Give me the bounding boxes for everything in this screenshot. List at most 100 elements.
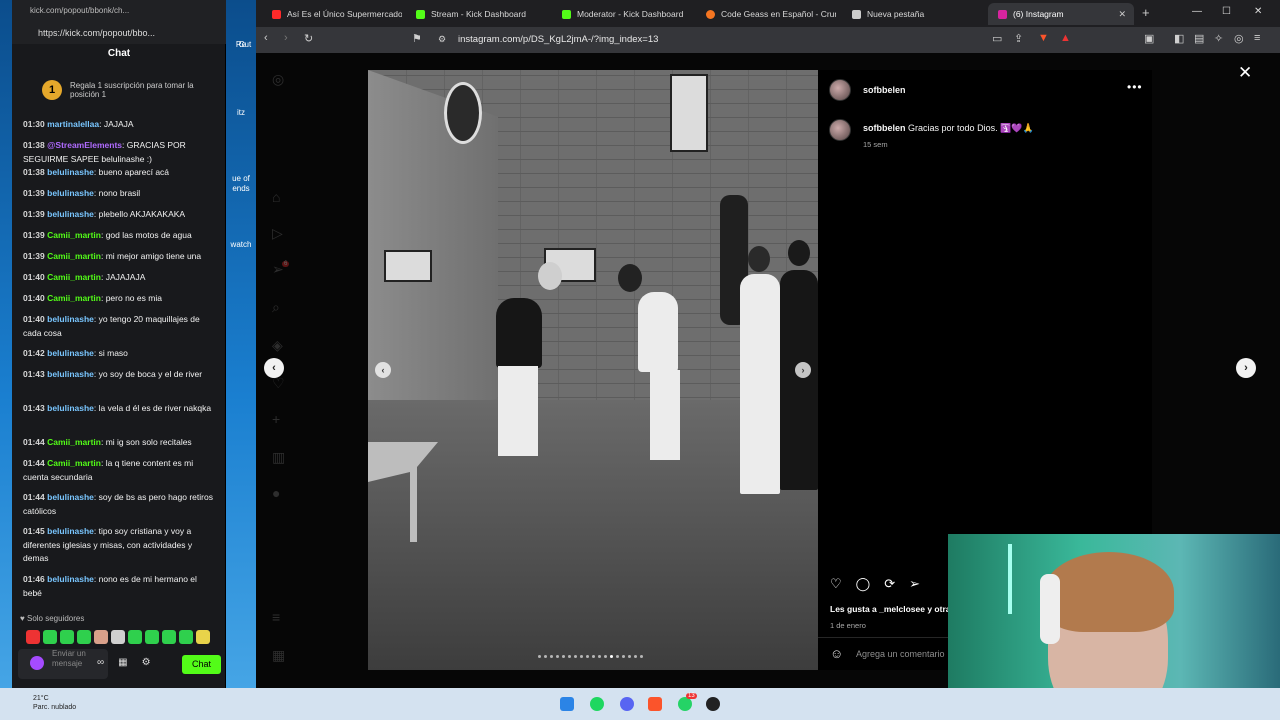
emote-icon[interactable]: [128, 630, 142, 644]
tab-stream-dashboard[interactable]: Stream - Kick Dashboard: [406, 3, 546, 25]
message-username[interactable]: martinalellaa: [47, 119, 99, 129]
post-username[interactable]: sofbbelen: [863, 85, 906, 95]
bookmark-icon[interactable]: ⚑: [412, 32, 422, 45]
desktop-icon-label[interactable]: ue of: [226, 174, 256, 183]
screenshot-icon[interactable]: ▣: [1144, 32, 1154, 45]
message-username[interactable]: belulinashe: [47, 492, 94, 502]
message-username[interactable]: Camii_martin: [47, 230, 101, 240]
vpn-icon[interactable]: ◎: [1234, 32, 1244, 45]
youtube-icon: [272, 9, 281, 19]
back-icon[interactable]: ‹: [264, 32, 268, 44]
carousel-dot: [574, 655, 577, 658]
emote-icon[interactable]: [94, 630, 108, 644]
mic-icon[interactable]: [30, 656, 44, 670]
message-username[interactable]: belulinashe: [47, 403, 94, 413]
emote-picker-icon[interactable]: ∞: [97, 657, 104, 668]
brave-rewards-icon[interactable]: ▲: [1060, 32, 1071, 44]
previous-post-button[interactable]: ‹: [264, 358, 284, 378]
menu-icon[interactable]: ≡: [1254, 32, 1260, 44]
wallet-icon[interactable]: ▤: [1194, 32, 1204, 45]
cast-icon[interactable]: ▭: [992, 32, 1002, 45]
message-username[interactable]: belulinashe: [47, 348, 94, 358]
brave-icon[interactable]: [648, 697, 662, 711]
message-username[interactable]: belulinashe: [47, 526, 94, 536]
likes-text[interactable]: Les gusta a _melclosee y otra: [830, 604, 950, 614]
comment-icon[interactable]: ◯: [856, 576, 871, 592]
message-username[interactable]: Camii_martin: [47, 293, 101, 303]
emote-icon[interactable]: [196, 630, 210, 644]
message-username[interactable]: belulinashe: [47, 574, 94, 584]
maximize-icon[interactable]: ☐: [1222, 6, 1231, 17]
obs-icon[interactable]: [706, 697, 720, 711]
sidebar-icon[interactable]: ◧: [1174, 32, 1184, 45]
brave-shields-icon[interactable]: ▼: [1038, 32, 1049, 44]
tab-crunchyroll[interactable]: Code Geass en Español - Crunc: [696, 3, 836, 25]
weather-widget[interactable]: 21°C Parc. nublado: [33, 694, 76, 712]
new-tab-button[interactable]: +: [1142, 5, 1150, 20]
message-text: : si maso: [93, 348, 128, 358]
forward-icon[interactable]: ›: [284, 32, 288, 44]
emote-icon[interactable]: [26, 630, 40, 644]
popout-url[interactable]: https://kick.com/popout/bbo...: [38, 28, 155, 38]
message-username[interactable]: Camii_martin: [47, 272, 101, 282]
chat-input[interactable]: Enviar un mensaje: [18, 649, 108, 679]
photo-prev-icon[interactable]: ‹: [375, 362, 391, 378]
gift-icon[interactable]: ▦: [118, 657, 127, 668]
next-post-button[interactable]: ›: [1236, 358, 1256, 378]
leo-icon[interactable]: ✧: [1214, 32, 1223, 45]
minimize-icon[interactable]: —: [1192, 6, 1202, 17]
emoji-icon[interactable]: ☺: [830, 646, 843, 661]
settings-icon[interactable]: ⚙: [142, 657, 151, 668]
address-bar[interactable]: instagram.com/p/DS_KgL2jmA-/?img_index=1…: [458, 34, 658, 45]
send-chat-button[interactable]: Chat: [182, 655, 221, 674]
message-username[interactable]: Camii_martin: [47, 458, 101, 468]
message-username[interactable]: belulinashe: [47, 314, 94, 324]
tab-new[interactable]: Nueva pestaña: [842, 3, 982, 25]
desktop-icon-label[interactable]: watch: [226, 240, 256, 249]
start-icon[interactable]: [560, 697, 574, 711]
message-username[interactable]: @StreamElements: [47, 140, 122, 150]
avatar[interactable]: [829, 79, 851, 101]
message-username[interactable]: Camii_martin: [47, 437, 101, 447]
caption-username[interactable]: sofbbelen: [863, 123, 906, 133]
close-tab-icon[interactable]: ✕: [1118, 9, 1126, 20]
whatsapp-icon[interactable]: [678, 697, 692, 711]
share-icon[interactable]: ⇪: [1014, 32, 1023, 45]
more-options-icon[interactable]: •••: [1127, 80, 1143, 94]
message-username[interactable]: Camii_martin: [47, 251, 101, 261]
reload-icon[interactable]: ↻: [304, 32, 313, 45]
desktop-icon-label[interactable]: itz: [226, 108, 256, 117]
close-window-icon[interactable]: ✕: [1254, 6, 1262, 17]
message-username[interactable]: belulinashe: [47, 209, 94, 219]
carousel-dot: [550, 655, 553, 658]
chat-message: 01:40 Camii_martin: JAJAJAJA: [23, 271, 218, 285]
site-info-icon[interactable]: ⚙: [438, 34, 446, 45]
tab-instagram[interactable]: (6) Instagram ✕: [988, 3, 1134, 25]
close-modal-icon[interactable]: ✕: [1238, 63, 1252, 83]
message-text: : la vela d él es de river nakqka: [93, 403, 212, 413]
desktop-icon-label[interactable]: ends: [226, 184, 256, 193]
comment-input[interactable]: Agrega un comentario: [856, 649, 945, 659]
emote-icon[interactable]: [60, 630, 74, 644]
tab-moderator-dashboard[interactable]: Moderator - Kick Dashboard: [552, 3, 692, 25]
emote-icon[interactable]: [111, 630, 125, 644]
photo-next-icon[interactable]: ›: [795, 362, 811, 378]
spotify-icon[interactable]: [590, 697, 604, 711]
discord-icon[interactable]: [620, 697, 634, 711]
emote-icon[interactable]: [162, 630, 176, 644]
browser-toolbar: ‹ › ↻ ⚑ ⚙ instagram.com/p/DS_KgL2jmA-/?i…: [256, 27, 1280, 53]
share-icon[interactable]: ➢: [909, 576, 920, 592]
avatar[interactable]: [829, 119, 851, 141]
message-username[interactable]: belulinashe: [47, 167, 94, 177]
message-username[interactable]: belulinashe: [47, 369, 94, 379]
caption-age[interactable]: 15 sem: [863, 140, 888, 149]
message-username[interactable]: belulinashe: [47, 188, 94, 198]
emote-icon[interactable]: [77, 630, 91, 644]
repost-icon[interactable]: ⟳: [884, 576, 895, 592]
carousel-dot: [586, 655, 589, 658]
like-icon[interactable]: ♡: [830, 576, 842, 592]
emote-icon[interactable]: [43, 630, 57, 644]
emote-icon[interactable]: [145, 630, 159, 644]
emote-icon[interactable]: [179, 630, 193, 644]
tab-youtube[interactable]: Así Es el Único Supermercado P: [262, 3, 402, 25]
